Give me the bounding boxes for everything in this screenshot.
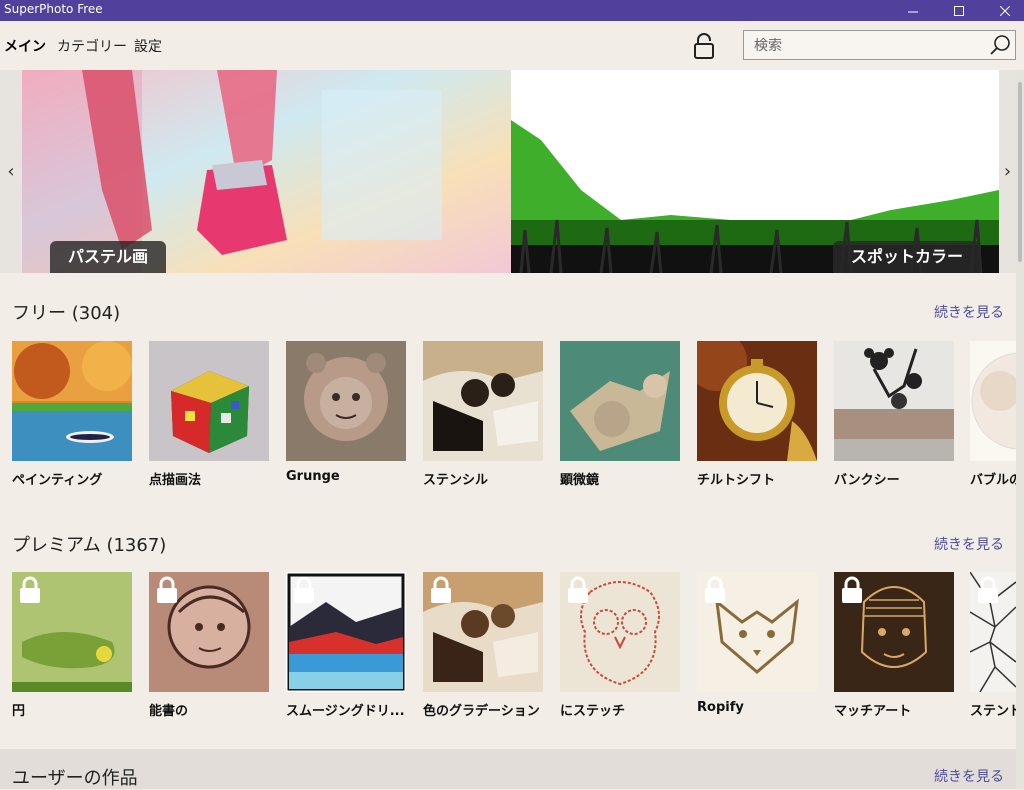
maximize-button[interactable] <box>936 0 982 21</box>
lock-icon <box>978 576 998 603</box>
free-tile-bubble[interactable] <box>970 341 1016 461</box>
banner-spotcolor[interactable]: スポットカラー <box>511 70 999 273</box>
free-tile-label: 顕微鏡 <box>560 473 600 488</box>
search-icon[interactable] <box>989 34 1011 56</box>
nav-item-category[interactable]: カテゴリー <box>57 36 127 56</box>
premium-tile-calligraphy[interactable] <box>149 572 269 692</box>
carousel-prev-button[interactable]: ‹ <box>0 70 22 273</box>
chevron-left-icon: ‹ <box>7 161 15 182</box>
premium-tile-stained[interactable] <box>970 572 1016 692</box>
premium-tile-matchart[interactable] <box>834 572 954 692</box>
banner-spotcolor-label: スポットカラー <box>833 241 982 273</box>
microscope-thumbnail <box>560 341 680 461</box>
hero-carousel: ‹ パステル画 スポットカラー › <box>0 70 1024 273</box>
premium-tile-stitch[interactable] <box>560 572 680 692</box>
premium-tile-label: ステンド <box>970 704 1016 719</box>
chevron-right-icon: › <box>1003 161 1012 182</box>
free-tile-label: バブルの <box>970 473 1016 488</box>
free-tile-label: ステンシル <box>423 473 489 488</box>
free-tile-stencil[interactable] <box>423 341 543 461</box>
grunge-thumbnail <box>286 341 406 461</box>
tiltshift-thumbnail <box>697 341 817 461</box>
stencil-thumbnail <box>423 341 543 461</box>
lock-icon <box>20 576 40 603</box>
lock-icon <box>842 576 862 603</box>
user-works-band <box>0 749 1016 789</box>
painting-thumbnail <box>12 341 132 461</box>
lock-icon <box>705 576 725 603</box>
scrollbar[interactable] <box>1016 70 1024 789</box>
premium-tile-ropify[interactable] <box>697 572 817 692</box>
free-tile-microscope[interactable] <box>560 341 680 461</box>
free-tile-painting[interactable] <box>12 341 132 461</box>
free-tile-banksy[interactable] <box>834 341 954 461</box>
banner-pastel-label: パステル画 <box>50 241 167 273</box>
scrollbar-thumb[interactable] <box>1018 82 1022 262</box>
premium-tile-gradient[interactable] <box>423 572 543 692</box>
premium-see-more-link[interactable]: 続きを見る <box>934 534 1004 554</box>
premium-tile-smoothing[interactable] <box>286 572 406 692</box>
free-tile-label: Grunge <box>286 469 340 484</box>
lock-icon <box>568 576 588 603</box>
lock-icon <box>431 576 451 603</box>
free-tile-label: ペインティング <box>12 473 103 488</box>
nav-item-main[interactable]: メイン <box>4 36 46 56</box>
banner-pastel[interactable]: パステル画 <box>22 70 511 273</box>
bubble-thumbnail <box>970 341 1016 461</box>
free-section-title: フリー (304) <box>12 303 121 324</box>
premium-tile-label: 能書の <box>149 704 189 719</box>
carousel-next-button[interactable]: › <box>999 70 1016 273</box>
banksy-thumbnail <box>834 341 954 461</box>
premium-tile-circle[interactable] <box>12 572 132 692</box>
user-works-see-more-link[interactable]: 続きを見る <box>934 766 1004 786</box>
free-tile-tiltshift[interactable] <box>697 341 817 461</box>
search-input[interactable] <box>752 34 986 58</box>
close-icon <box>1000 5 1010 16</box>
pointillism-thumbnail <box>149 341 269 461</box>
premium-tile-label: にステッチ <box>560 704 626 719</box>
free-tile-pointillism[interactable] <box>149 341 269 461</box>
nav-item-settings[interactable]: 設定 <box>134 36 162 56</box>
premium-tile-label: 色のグラデーション <box>423 704 540 719</box>
lock-icon <box>294 576 314 603</box>
unlock-icon[interactable] <box>692 33 716 59</box>
lock-icon <box>157 576 177 603</box>
minimize-icon <box>908 11 918 12</box>
free-tile-label: チルトシフト <box>697 473 776 488</box>
nav-bar: メイン カテゴリー 設定 <box>0 21 1024 70</box>
maximize-icon <box>954 5 964 16</box>
search-box <box>743 30 1016 60</box>
free-see-more-link[interactable]: 続きを見る <box>934 302 1004 322</box>
premium-tile-label: マッチアート <box>834 704 912 719</box>
premium-section-title: プレミアム (1367) <box>12 535 167 556</box>
window-title: SuperPhoto Free <box>4 2 103 16</box>
free-tile-label: バンクシー <box>834 473 900 488</box>
minimize-button[interactable] <box>890 0 936 21</box>
user-works-title: ユーザーの作品 <box>12 768 138 789</box>
title-bar: SuperPhoto Free <box>0 0 1024 21</box>
close-button[interactable] <box>982 0 1024 21</box>
free-tile-label: 点描画法 <box>149 473 202 488</box>
premium-tile-label: 円 <box>12 704 26 719</box>
free-tile-grunge[interactable] <box>286 341 406 461</box>
premium-tile-label: Ropify <box>697 700 744 715</box>
premium-tile-label: スムージングドリ... <box>286 704 405 719</box>
